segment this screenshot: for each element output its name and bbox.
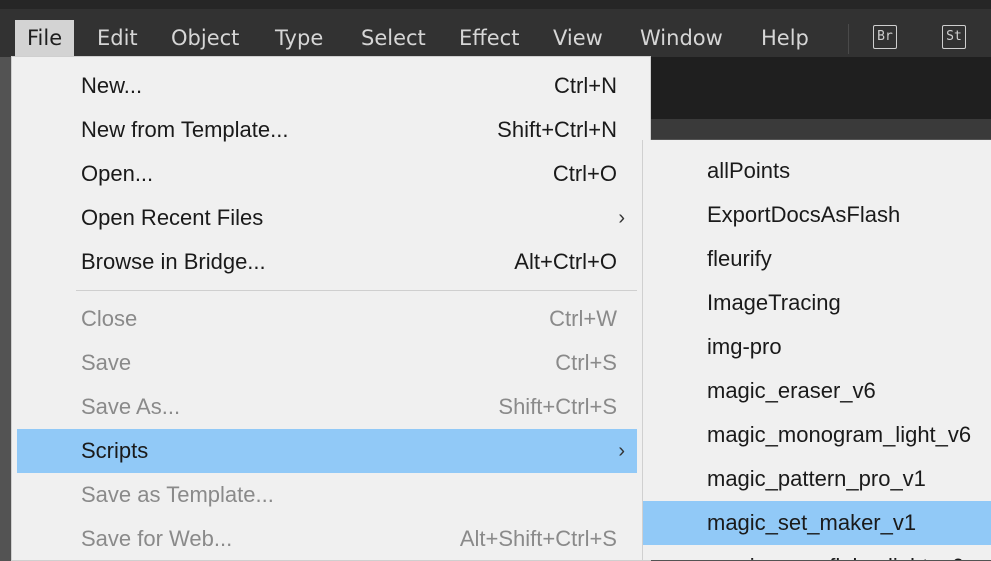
menu-item-browse-in-bridge[interactable]: Browse in Bridge... Alt+Ctrl+O (17, 240, 637, 284)
script-item-label: img-pro (707, 334, 782, 359)
menu-type[interactable]: Type (263, 20, 335, 57)
menu-object[interactable]: Object (159, 20, 251, 57)
background-panel (650, 57, 991, 119)
script-item-magic-eraser[interactable]: magic_eraser_v6 (643, 369, 991, 413)
menu-item-shortcut: Ctrl+O (552, 161, 617, 186)
script-item-magic-snowflake-light[interactable]: magic_snowflake_light_v6 (643, 545, 991, 560)
script-item-label: ExportDocsAsFlash (707, 202, 901, 227)
menu-item-label: Open Recent Files (81, 205, 264, 230)
menu-item-label: Save as Template... (81, 482, 274, 507)
menu-item-open-recent-files[interactable]: Open Recent Files › (17, 196, 637, 240)
stock-icon[interactable]: St (942, 25, 966, 49)
script-item-label: fleurify (707, 246, 772, 271)
menu-item-close[interactable]: Close Ctrl+W (17, 297, 637, 341)
scripts-submenu: allPoints ExportDocsAsFlash fleurify Ima… (643, 140, 991, 560)
menu-item-scripts[interactable]: Scripts › (17, 429, 637, 473)
script-item-label: magic_set_maker_v1 (707, 510, 917, 535)
script-item-label: magic_pattern_pro_v1 (707, 466, 926, 491)
title-strip (0, 0, 991, 9)
menu-file[interactable]: File (15, 20, 75, 57)
menu-window[interactable]: Window (628, 20, 735, 57)
menu-item-label: Open... (81, 161, 154, 186)
script-item-label: magic_snowflake_light_v6 (707, 545, 964, 560)
script-item-magic-set-maker[interactable]: magic_set_maker_v1 (643, 501, 991, 545)
script-item-magic-pattern-pro[interactable]: magic_pattern_pro_v1 (643, 457, 991, 501)
menu-help[interactable]: Help (749, 20, 821, 57)
menu-item-new-from-template[interactable]: New from Template... Shift+Ctrl+N (17, 108, 637, 152)
script-item-imagetracing[interactable]: ImageTracing (643, 281, 991, 325)
bridge-icon[interactable]: Br (873, 25, 897, 49)
script-item-label: allPoints (707, 158, 791, 183)
menu-item-save-as[interactable]: Save As... Shift+Ctrl+S (17, 385, 637, 429)
menu-item-label: Save As... (81, 394, 181, 419)
menu-item-shortcut: Alt+Ctrl+O (514, 249, 617, 274)
script-item-exportdocsasflash[interactable]: ExportDocsAsFlash (643, 193, 991, 237)
menu-edit[interactable]: Edit (85, 20, 150, 57)
menu-item-label: Save (81, 350, 132, 375)
menu-item-save[interactable]: Save Ctrl+S (17, 341, 637, 385)
menu-view[interactable]: View (541, 20, 615, 57)
menu-item-label: Browse in Bridge... (81, 249, 266, 274)
menu-item-shortcut: Shift+Ctrl+N (497, 117, 617, 142)
script-item-magic-monogram-light[interactable]: magic_monogram_light_v6 (643, 413, 991, 457)
script-item-img-pro[interactable]: img-pro (643, 325, 991, 369)
script-item-label: ImageTracing (707, 290, 841, 315)
menu-item-label: Save for Web... (81, 526, 233, 551)
menu-item-shortcut: Ctrl+W (549, 306, 617, 331)
menu-item-label: New from Template... (81, 117, 289, 142)
menu-item-shortcut: Ctrl+N (554, 73, 617, 98)
script-item-fleurify[interactable]: fleurify (643, 237, 991, 281)
menu-item-label: New... (81, 73, 143, 98)
chevron-right-icon: › (618, 207, 625, 229)
menu-item-shortcut: Ctrl+S (555, 350, 617, 375)
menu-item-open[interactable]: Open... Ctrl+O (17, 152, 637, 196)
menu-item-shortcut: Alt+Shift+Ctrl+S (459, 526, 617, 551)
menu-item-save-as-template[interactable]: Save as Template... (17, 473, 637, 517)
menu-item-save-for-web[interactable]: Save for Web... Alt+Shift+Ctrl+S (17, 517, 637, 561)
menu-bar: File Edit Object Type Select Effect View… (0, 0, 991, 57)
menu-item-label: Scripts (81, 438, 149, 463)
menu-select[interactable]: Select (349, 20, 438, 57)
script-item-label: magic_monogram_light_v6 (707, 422, 972, 447)
file-menu-dropdown: New... Ctrl+N New from Template... Shift… (12, 57, 650, 560)
chevron-right-icon: › (618, 440, 625, 462)
menu-item-shortcut: Shift+Ctrl+S (498, 394, 617, 419)
menu-effect[interactable]: Effect (447, 20, 531, 57)
background-panel-strip (650, 119, 991, 139)
menu-item-label: Close (81, 306, 138, 331)
menu-item-new[interactable]: New... Ctrl+N (17, 64, 637, 108)
menubar-divider (848, 24, 849, 54)
menu-separator (76, 290, 637, 291)
script-item-label: magic_eraser_v6 (707, 378, 876, 403)
script-item-allpoints[interactable]: allPoints (643, 149, 991, 193)
